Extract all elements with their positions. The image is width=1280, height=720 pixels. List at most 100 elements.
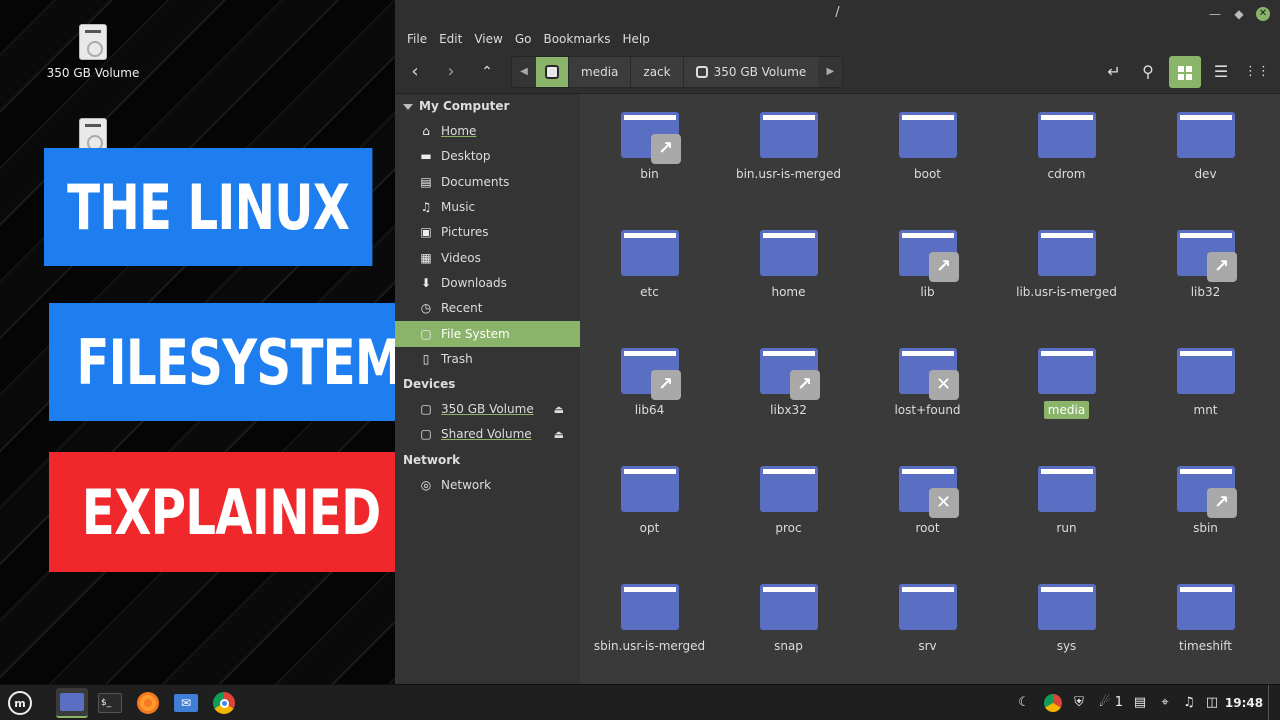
sidebar-item-home[interactable]: ⌂ Home <box>395 119 580 144</box>
clock[interactable]: 19:48 <box>1224 685 1264 720</box>
drive-icon: ▢ <box>420 326 432 341</box>
tray-chrome-icon[interactable] <box>1042 685 1064 720</box>
folder-item[interactable]: ↗ lib64 <box>580 348 719 418</box>
folder-item[interactable]: home <box>719 230 858 300</box>
sidebar-item-documents[interactable]: ▤ Documents <box>395 170 580 195</box>
crumb-media[interactable]: media <box>568 57 630 87</box>
folder-item[interactable]: opt <box>580 466 719 536</box>
sidebar-item-desktop[interactable]: ▬ Desktop <box>395 144 580 169</box>
folder-icon <box>620 584 679 630</box>
folder-item[interactable]: cdrom <box>997 112 1136 182</box>
start-menu-button[interactable]: m <box>4 688 36 718</box>
search-icon[interactable]: ⚲ <box>1132 56 1164 88</box>
folder-name: run <box>1056 521 1077 535</box>
taskbar-terminal[interactable]: $_ <box>94 688 126 718</box>
forward-icon[interactable]: › <box>437 59 465 85</box>
folder-item[interactable]: boot <box>858 112 997 182</box>
sidebar-item-downloads[interactable]: ⬇ Downloads <box>395 271 580 296</box>
maximize-icon[interactable]: ◆ <box>1232 7 1246 21</box>
folder-item[interactable]: dev <box>1136 112 1275 182</box>
up-icon[interactable]: ⌃ <box>473 59 501 85</box>
sidebar-item-label: File System <box>441 326 510 341</box>
menu-go[interactable]: Go <box>509 28 538 50</box>
clipboard-icon[interactable]: ▤ <box>1130 685 1150 720</box>
folder-name: lost+found <box>894 403 961 417</box>
menu-file[interactable]: File <box>401 28 433 50</box>
sidebar-section-header[interactable]: My Computer <box>395 94 580 119</box>
list-view-icon[interactable]: ☰ <box>1205 56 1237 88</box>
folder-item[interactable]: ✕ lost+found <box>858 348 997 418</box>
close-icon[interactable]: ✕ <box>1256 7 1270 21</box>
sidebar-item-videos[interactable]: ▦ Videos <box>395 245 580 270</box>
sidebar-item-label: Music <box>441 200 476 215</box>
desktop-drive-350gb[interactable]: 350 GB Volume <box>38 24 148 80</box>
folder-item[interactable]: ✕ root <box>858 466 997 536</box>
crumb-zack[interactable]: zack <box>630 57 682 87</box>
folder-item[interactable]: bin.usr-is-merged <box>719 112 858 182</box>
taskbar-mail[interactable]: ✉ <box>170 688 202 718</box>
folder-item[interactable]: sys <box>997 584 1136 654</box>
breadcrumb: ◀ media zack 350 GB Volume ▶ <box>511 56 844 88</box>
sound-icon[interactable]: ♫ <box>1178 685 1200 720</box>
sidebar-item-trash[interactable]: ▯ Trash <box>395 347 580 372</box>
folder-item[interactable]: ↗ lib <box>858 230 997 300</box>
compact-view-icon[interactable]: ⋮⋮ <box>1241 56 1273 88</box>
sidebar-item-recent[interactable]: ◷ Recent <box>395 296 580 321</box>
folder-item[interactable]: ↗ libx32 <box>719 348 858 418</box>
folder-item[interactable]: ↗ sbin <box>1136 466 1275 536</box>
taskbar-files[interactable] <box>56 688 88 718</box>
show-desktop-button[interactable] <box>1268 685 1278 720</box>
menu-bookmarks[interactable]: Bookmarks <box>537 28 616 50</box>
folder-item[interactable]: media <box>997 348 1136 419</box>
sidebar-item-pictures[interactable]: ▣ Pictures <box>395 220 580 245</box>
folder-item[interactable]: sbin.usr-is-merged <box>580 584 719 654</box>
path-root-button[interactable] <box>536 57 568 87</box>
back-icon[interactable]: ‹ <box>401 59 429 85</box>
sidebar-item-file-system[interactable]: ▢ File System <box>395 321 580 347</box>
folder-item[interactable]: snap <box>719 584 858 654</box>
crumb-350gb-volume[interactable]: 350 GB Volume <box>682 57 819 87</box>
titlebar[interactable]: / — ◆ ✕ <box>395 0 1280 28</box>
drive-icon <box>695 66 708 78</box>
file-grid: ↗ bin bin.usr-is-merged boot cdrom dev etc home… <box>580 94 1280 684</box>
eject-icon[interactable]: ⏏ <box>554 397 564 422</box>
folder-item[interactable]: timeshift <box>1136 584 1275 654</box>
sidebar-item-350-gb-volume[interactable]: ▢ 350 GB Volume ⏏ <box>395 397 580 422</box>
sidebar-section-title: Network <box>403 452 461 467</box>
sidebar-item-network[interactable]: ◎ Network <box>395 473 580 498</box>
sidebar-item-label: Recent <box>441 301 483 316</box>
folder-item[interactable]: etc <box>580 230 719 300</box>
battery-icon[interactable]: ◫ <box>1202 685 1222 720</box>
sidebar-item-music[interactable]: ♫ Music <box>395 195 580 220</box>
folder-item[interactable]: ↗ bin <box>580 112 719 182</box>
folder-item[interactable]: mnt <box>1136 348 1275 418</box>
icon-view-button[interactable] <box>1169 56 1201 88</box>
folder-icon <box>898 112 957 158</box>
eject-icon[interactable]: ⏏ <box>554 422 564 447</box>
night-light-icon[interactable]: ☾ <box>1014 685 1034 720</box>
sidebar-item-shared-volume[interactable]: ▢ Shared Volume ⏏ <box>395 422 580 447</box>
folder-name: home <box>771 285 806 299</box>
menu-edit[interactable]: Edit <box>433 28 468 50</box>
sidebar-section-header[interactable]: Network <box>395 448 580 473</box>
menu-help[interactable]: Help <box>617 28 656 50</box>
notifications-icon[interactable]: ☄ 1 <box>1094 685 1128 720</box>
path-right-arrow-icon[interactable]: ▶ <box>818 57 843 87</box>
shield-icon[interactable]: ⛨ <box>1068 685 1090 720</box>
sidebar-section-header[interactable]: Devices <box>395 372 580 397</box>
taskbar-firefox[interactable] <box>132 688 164 718</box>
folder-item[interactable]: proc <box>719 466 858 536</box>
minimize-icon[interactable]: — <box>1208 7 1222 21</box>
toggle-location-icon[interactable]: ↵ <box>1098 56 1130 88</box>
path-left-arrow-icon[interactable]: ◀ <box>512 57 536 87</box>
folder-item[interactable]: lib.usr-is-merged <box>997 230 1136 300</box>
menu-view[interactable]: View <box>468 28 508 50</box>
folder-icon <box>1176 584 1235 630</box>
wifi-icon[interactable]: ⌖ <box>1154 685 1176 720</box>
taskbar-chrome[interactable] <box>208 688 240 718</box>
sidebar-item-label: Home <box>441 124 477 139</box>
folder-item[interactable]: srv <box>858 584 997 654</box>
folder-item[interactable]: run <box>997 466 1136 536</box>
folder-item[interactable]: ↗ lib32 <box>1136 230 1275 300</box>
file-manager-window: / — ◆ ✕ File Edit View Go Bookmarks Help… <box>395 0 1280 684</box>
